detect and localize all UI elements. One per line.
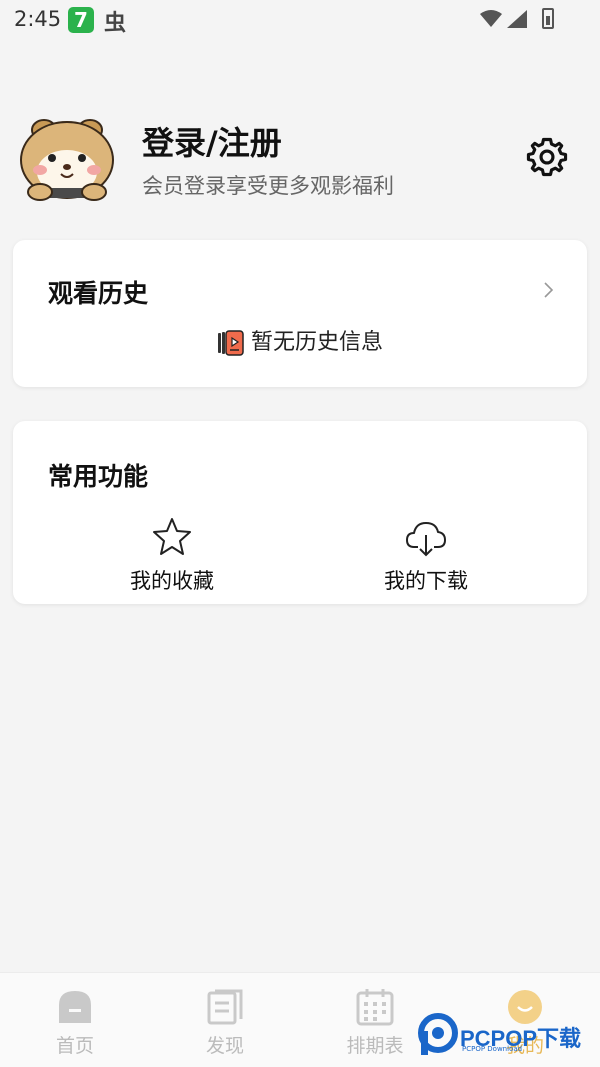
- star-icon: [153, 518, 191, 555]
- my-downloads-label: 我的下载: [384, 569, 468, 593]
- pcpop-logo-icon: [418, 1013, 458, 1055]
- my-downloads-button[interactable]: 我的下载: [326, 515, 526, 595]
- pcpop-watermark: PCPOP下载 PCPOP Download: [418, 1013, 598, 1059]
- watch-history-title: 观看历史: [48, 279, 149, 308]
- my-favorites-button[interactable]: 我的收藏: [72, 515, 272, 595]
- app-notification-icon: 7: [68, 7, 94, 33]
- calendar-icon: [356, 989, 394, 1026]
- history-empty-text: 暂无历史信息: [250, 330, 383, 355]
- wifi-icon: [480, 10, 502, 27]
- tab-schedule-label: 排期表: [346, 1035, 404, 1057]
- login-subtitle: 会员登录享受更多观影福利: [142, 174, 394, 198]
- battery-icon: [542, 8, 554, 29]
- signal-icon: [507, 10, 527, 28]
- discover-icon: [207, 989, 243, 1025]
- common-functions-title: 常用功能: [48, 462, 149, 491]
- tab-home[interactable]: 首页: [15, 987, 135, 1058]
- login-register-title[interactable]: 登录/注册: [142, 118, 282, 164]
- status-time: 2:45: [14, 7, 62, 31]
- status-bar: 2:45 7 虫: [0, 0, 600, 40]
- tab-schedule[interactable]: 排期表: [315, 987, 435, 1058]
- cloud-download-icon: [406, 522, 446, 557]
- tab-discover[interactable]: 发现: [165, 987, 285, 1058]
- gear-icon[interactable]: [526, 136, 568, 178]
- tab-discover-label: 发现: [205, 1035, 244, 1057]
- profile-header[interactable]: 登录/注册 会员登录享受更多观影福利: [0, 100, 600, 210]
- my-favorites-label: 我的收藏: [130, 569, 214, 593]
- watermark-subtext: PCPOP Download: [462, 1045, 523, 1053]
- hamster-avatar[interactable]: [16, 110, 118, 206]
- video-history-icon: [217, 330, 244, 356]
- tab-home-label: 首页: [55, 1035, 94, 1057]
- common-functions-card: 常用功能 我的收藏 我的下载: [13, 421, 587, 604]
- history-empty-state: 暂无历史信息: [13, 324, 587, 357]
- watch-history-card[interactable]: 观看历史 暂无历史信息: [13, 240, 587, 387]
- bug-notification-icon: 虫: [104, 11, 127, 36]
- chevron-right-icon[interactable]: [541, 280, 557, 300]
- home-icon: [59, 991, 91, 1023]
